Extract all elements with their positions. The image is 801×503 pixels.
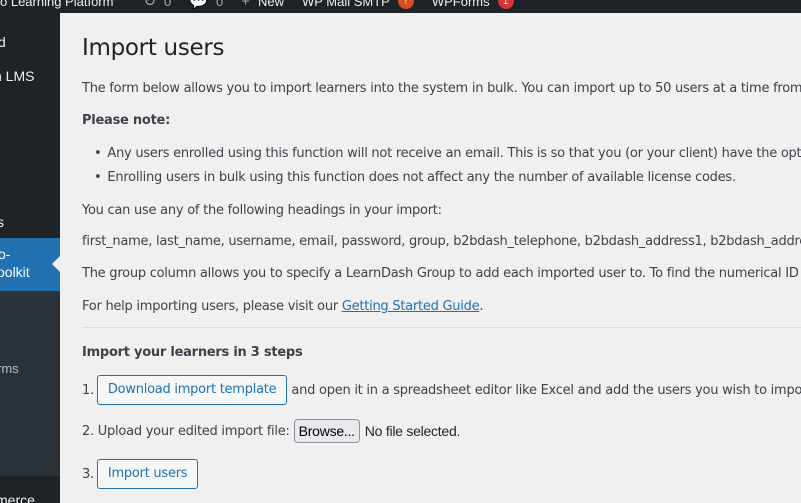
sidebar-item-label: n LMS bbox=[0, 68, 35, 84]
note-item: Any users enrolled using this function w… bbox=[94, 146, 801, 161]
admin-sidebar: d n LMS s o- oolkit rms merce bbox=[0, 13, 60, 503]
headings-intro: You can use any of the following heading… bbox=[82, 203, 442, 218]
step-1-description: and open it in a spreadsheet editor like… bbox=[291, 382, 801, 398]
download-import-template-button[interactable]: Download import template bbox=[96, 375, 288, 405]
new-label: New bbox=[257, 0, 284, 9]
wp-mail-smtp-badge: ! bbox=[397, 0, 414, 9]
headings-list: first_name, last_name, username, email, … bbox=[82, 234, 801, 249]
current-menu-arrow bbox=[52, 256, 60, 272]
plus-icon: + bbox=[241, 0, 250, 10]
step-1: 1. Download import template and open it … bbox=[82, 375, 801, 405]
comments-link[interactable]: 💬 0 bbox=[189, 0, 223, 10]
group-info: The group column allows you to specify a… bbox=[82, 266, 801, 281]
note-item: Enrolling users in bulk using this funct… bbox=[94, 170, 736, 185]
sidebar-item-lms[interactable]: n LMS bbox=[0, 68, 54, 84]
site-name-link[interactable]: o Learning Platform bbox=[0, 0, 113, 9]
sidebar-item-users[interactable]: s bbox=[0, 214, 57, 230]
site-name: o Learning Platform bbox=[0, 0, 114, 9]
import-users-button[interactable]: Import users bbox=[96, 459, 199, 489]
submenu-item-forms[interactable]: rms bbox=[0, 361, 19, 376]
step-2-label: 2. Upload your edited import file: bbox=[82, 423, 290, 439]
updates-count: 0 bbox=[164, 0, 172, 9]
new-content-link[interactable]: + New bbox=[241, 0, 284, 10]
sidebar-item-label-line1: o- bbox=[0, 246, 11, 262]
browse-file-button[interactable]: Browse... bbox=[293, 419, 360, 443]
note-heading: Please note: bbox=[82, 113, 171, 128]
sidebar-item-toolkit[interactable]: o- oolkit bbox=[0, 238, 60, 291]
submenu-item-label: rms bbox=[0, 361, 19, 376]
help-text: For help importing users, please visit o… bbox=[82, 299, 484, 314]
steps-heading: Import your learners in 3 steps bbox=[82, 345, 303, 360]
step-2: 2. Upload your edited import file: Brows… bbox=[82, 419, 460, 443]
wpforms-badge: 1 bbox=[497, 0, 514, 9]
step-3: 3. Import users bbox=[82, 459, 199, 489]
wp-mail-smtp-label: WP Mail SMTP bbox=[301, 0, 390, 9]
admin-bar-row: o Learning Platform ↻ 0 💬 0 + New WP Mai… bbox=[0, 0, 532, 11]
section-divider bbox=[82, 327, 801, 328]
wpforms-link[interactable]: WPForms 1 bbox=[432, 0, 514, 9]
sidebar-submenu: rms bbox=[0, 291, 60, 476]
sidebar-item-label: d bbox=[0, 34, 6, 50]
sidebar-item-label: merce bbox=[0, 492, 35, 503]
updates-link[interactable]: ↻ 0 bbox=[143, 0, 171, 10]
intro-text: The form below allows you to import lear… bbox=[82, 81, 801, 96]
help-prefix: For help importing users, please visit o… bbox=[82, 299, 342, 314]
file-status: No file selected. bbox=[364, 423, 461, 439]
comments-icon: 💬 bbox=[189, 0, 208, 10]
wp-mail-smtp-link[interactable]: WP Mail SMTP ! bbox=[302, 0, 414, 9]
sidebar-item-label: s bbox=[0, 214, 4, 230]
help-suffix: . bbox=[479, 299, 484, 314]
step-1-number: 1. bbox=[82, 382, 94, 398]
sidebar-item-woocommerce[interactable]: merce bbox=[0, 492, 56, 503]
wpforms-label: WPForms bbox=[431, 0, 490, 9]
step-3-number: 3. bbox=[82, 466, 94, 482]
comments-count: 0 bbox=[215, 0, 224, 9]
updates-icon: ↻ bbox=[143, 0, 157, 10]
sidebar-item-dashboard[interactable]: d bbox=[0, 34, 58, 50]
sidebar-item-label-line2: oolkit bbox=[0, 264, 30, 280]
page-title: Import users bbox=[82, 35, 225, 61]
getting-started-guide-link[interactable]: Getting Started Guide bbox=[342, 299, 480, 314]
admin-bar: o Learning Platform ↻ 0 💬 0 + New WP Mai… bbox=[0, 0, 801, 13]
